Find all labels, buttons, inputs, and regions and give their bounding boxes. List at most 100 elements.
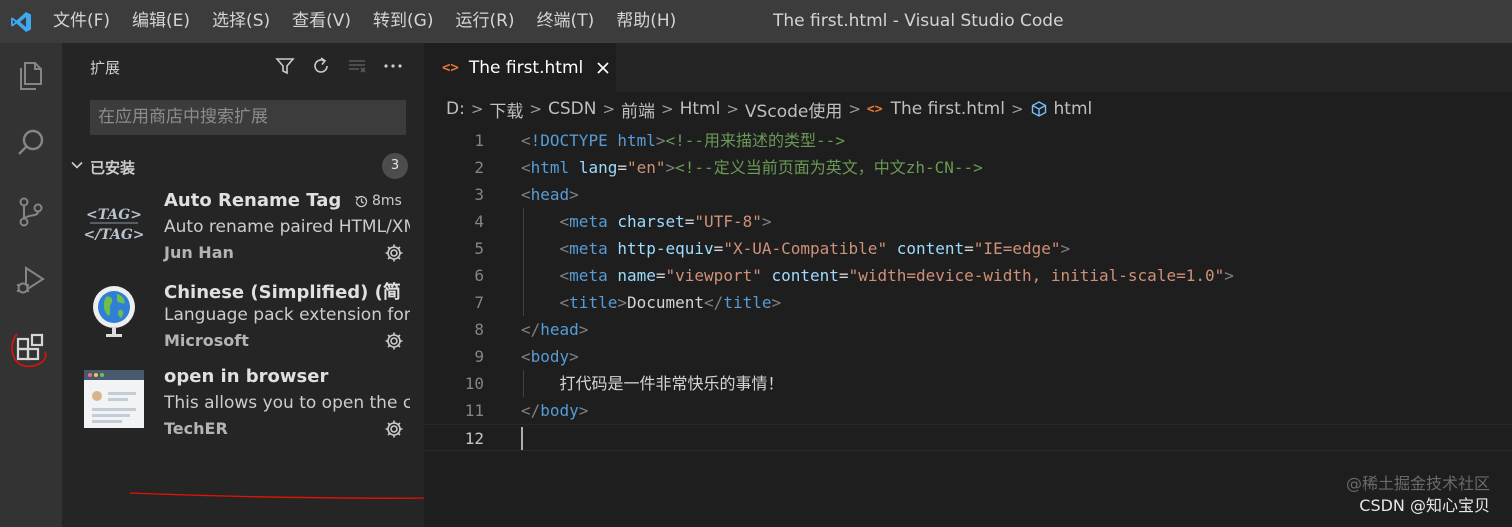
search-icon[interactable] [0,116,62,170]
breadcrumb-item[interactable]: D: [446,99,465,119]
watermark-csdn: CSDN @知心宝贝 [1359,496,1490,515]
annotation-underline [129,492,439,499]
breadcrumb-item[interactable]: 前端 [621,97,655,122]
menu-run[interactable]: 运行(R) [444,0,525,43]
indent-guide [523,208,524,316]
indent-guide [523,370,524,397]
code-line[interactable]: 11 </body> [424,397,1512,424]
extension-search-input[interactable]: 在应用商店中搜索扩展 [90,100,406,135]
extensions-sidebar: 扩展 在应用商店中搜索扩展 已安装 3 <TAG> </TAG> Auto Re… [62,43,439,527]
code-line[interactable]: 9 <body> [424,343,1512,370]
tab-bar: <> The first.html [424,43,1512,92]
svg-text:</TAG>: </TAG> [84,227,144,243]
menu-terminal[interactable]: 终端(T) [526,0,606,43]
code-text: <html lang="en"><!--定义当前页面为英文，中文zh-CN--> [521,158,983,177]
installed-section-label: 已安装 [90,159,136,177]
breadcrumb: D: > 下载 > CSDN > 前端 > Html > VScode使用 > … [446,97,1093,122]
sidebar-actions [274,55,404,77]
line-number: 6 [474,266,484,285]
chevron-right-icon: > [661,100,674,118]
gear-icon[interactable] [384,331,404,351]
code-line[interactable]: 12 [424,424,1512,451]
chevron-right-icon: > [470,100,484,118]
line-number: 3 [474,185,484,204]
extension-item[interactable]: Chinese (Simplified) (简体中文) Language Pac… [62,278,424,366]
installed-section-header[interactable]: 已安装 3 [62,151,424,181]
line-number: 12 [464,429,484,448]
extension-name: Chinese (Simplified) (简体中文) Language Pac… [164,282,400,303]
extension-item[interactable]: <TAG> </TAG> Auto Rename Tag 8ms Auto re… [62,190,424,278]
extension-item[interactable]: open in browser This allows you to open … [62,366,424,454]
html-file-icon: <> [442,59,459,76]
history-icon [355,195,368,207]
gear-icon[interactable] [384,243,404,263]
menu-view[interactable]: 查看(V) [281,0,362,43]
refresh-icon[interactable] [310,55,332,77]
menu-bar: 文件(F) 编辑(E) 选择(S) 查看(V) 转到(G) 运行(R) 终端(T… [42,0,687,43]
code-text: <meta http-equiv="X-UA-Compatible" conte… [559,239,1071,258]
menu-help[interactable]: 帮助(H) [605,0,687,43]
line-number: 11 [464,401,484,420]
code-line[interactable]: 6 <meta name="viewport" content="width=d… [424,262,1512,289]
code-line[interactable]: 1 <!DOCTYPE html><!--用来描述的类型--> [424,127,1512,154]
text-cursor [521,427,523,450]
code-line[interactable]: 8 </head> [424,316,1512,343]
svg-text:<TAG>: <TAG> [86,207,142,223]
window-title: The first.html - Visual Studio Code [773,11,1064,31]
breadcrumb-item[interactable]: html [1054,99,1093,119]
chevron-down-icon [70,157,84,176]
activation-time: 8ms [354,193,402,209]
menu-go[interactable]: 转到(G) [362,0,444,43]
watermark: @稀土掘金技术社区 CSDN @知心宝贝 [1346,473,1490,517]
source-control-icon[interactable] [0,185,62,239]
extension-publisher: Jun Han [164,243,234,262]
menu-selection[interactable]: 选择(S) [201,0,281,43]
extension-publisher: TechER [164,419,228,438]
menu-edit[interactable]: 编辑(E) [121,0,201,43]
line-number: 8 [474,320,484,339]
filter-icon[interactable] [274,55,296,77]
code-line[interactable]: 5 <meta http-equiv="X-UA-Compatible" con… [424,235,1512,262]
menu-file[interactable]: 文件(F) [42,0,121,43]
chevron-right-icon: > [602,100,616,118]
title-bar: 文件(F) 编辑(E) 选择(S) 查看(V) 转到(G) 运行(R) 终端(T… [0,0,1512,43]
activity-bar [0,43,62,527]
line-number: 1 [474,131,484,150]
vscode-logo-icon [0,0,42,43]
code-line[interactable]: 2 <html lang="en"><!--定义当前页面为英文，中文zh-CN--… [424,154,1512,181]
run-debug-icon[interactable] [0,253,62,307]
extension-description: Language pack extension for Chinese (Sim… [164,305,410,325]
breadcrumb-item[interactable]: 下载 [489,97,523,122]
extension-name: open in browser [164,366,329,387]
files-icon[interactable] [0,49,62,103]
code-line[interactable]: 10 打代码是一件非常快乐的事情！ [424,370,1512,397]
chevron-right-icon: > [1010,100,1024,118]
code-text: </body> [521,401,589,420]
installed-count-badge: 3 [382,153,408,179]
gear-icon[interactable] [384,419,404,439]
line-number: 7 [474,293,484,312]
chevron-right-icon: > [529,100,542,118]
extension-description: This allows you to open the current file… [164,393,410,413]
breadcrumb-item[interactable]: The first.html [891,99,1005,119]
more-actions-icon[interactable] [382,55,404,77]
html-element-icon [1030,100,1048,118]
code-text: </head> [521,320,589,339]
breadcrumb-item[interactable]: CSDN [548,99,596,119]
extension-publisher: Microsoft [164,331,249,350]
tab-the-first-html[interactable]: <> The first.html [424,43,616,92]
line-number: 10 [464,374,484,393]
auto-rename-tag-icon: <TAG> </TAG> [83,192,144,252]
breadcrumb-item[interactable]: Html [680,99,721,119]
code-line[interactable]: 7 <title>Document</title> [424,289,1512,316]
close-icon[interactable] [595,60,611,76]
clear-results-icon[interactable] [346,55,368,77]
line-number: 4 [474,212,484,231]
html-file-icon: <> [866,101,883,117]
extensions-icon[interactable] [0,323,62,377]
code-line[interactable]: 4 <meta charset="UTF-8"> [424,208,1512,235]
code-text: <meta name="viewport" content="width=dev… [559,266,1234,285]
sidebar-title: 扩展 [90,59,121,77]
code-line[interactable]: 3 <head> [424,181,1512,208]
breadcrumb-item[interactable]: VScode使用 [745,97,842,122]
